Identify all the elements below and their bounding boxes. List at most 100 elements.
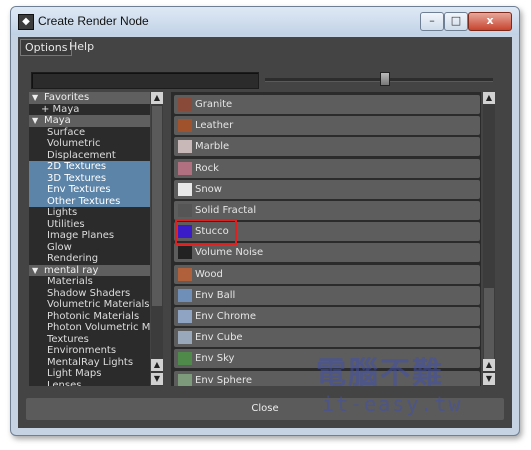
texture-swatch-icon	[178, 98, 192, 111]
arrow-up-icon[interactable]: ▲	[151, 92, 163, 104]
tree-item[interactable]: Other Textures	[29, 195, 150, 207]
tree-item[interactable]: Lights	[29, 207, 150, 219]
tree-item[interactable]: Glow	[29, 242, 150, 254]
tree-item[interactable]: Lenses	[29, 380, 150, 387]
tree-item-label: + Maya	[41, 103, 80, 115]
tree-item-label: Textures	[47, 333, 89, 345]
tree-item[interactable]: Utilities	[29, 219, 150, 231]
node-button-label: Env Ball	[195, 289, 236, 301]
stucco-highlight-box	[175, 219, 237, 245]
node-button[interactable]: Solid Fractal	[174, 201, 480, 220]
tree-item[interactable]: Rendering	[29, 253, 150, 265]
node-button[interactable]: Granite	[174, 95, 480, 114]
node-button[interactable]: Volume Noise	[174, 243, 480, 263]
node-button-label: Marble	[195, 141, 230, 153]
tree-item[interactable]: 3D Textures	[29, 172, 150, 184]
maya-icon: ◆	[18, 14, 34, 30]
texture-swatch-icon	[178, 204, 192, 217]
window-title: Create Render Node	[38, 14, 149, 28]
tree-item-label: Lights	[47, 207, 78, 218]
node-button-label: Env Sky	[195, 353, 235, 365]
tree-scrollbar[interactable]: ▲ ▲ ▼	[151, 92, 163, 386]
window-close-button[interactable]: x	[468, 12, 512, 31]
tree-item[interactable]: MentalRay Lights	[29, 357, 150, 369]
node-button[interactable]: Wood	[174, 264, 480, 284]
tree-item[interactable]: + Maya	[29, 104, 150, 116]
tree-item[interactable]: Materials	[29, 276, 150, 288]
tree-item-label: Env Textures	[47, 184, 111, 195]
node-list-scrollbar[interactable]: ▲ ▲ ▼	[483, 92, 495, 386]
maximize-button[interactable]: □	[444, 12, 468, 31]
icon-size-slider-handle[interactable]	[380, 72, 390, 86]
texture-swatch-icon	[178, 352, 192, 366]
texture-swatch-icon	[178, 331, 192, 345]
arrow-up-icon[interactable]: ▲	[483, 92, 495, 104]
tree-item-label: MentalRay Lights	[47, 356, 134, 368]
tree-item-label: 3D Textures	[47, 172, 107, 184]
tree-item[interactable]: Displacement	[29, 150, 150, 162]
node-button[interactable]: Env Ball	[174, 285, 480, 305]
icon-size-slider-track[interactable]	[265, 78, 493, 82]
tree-item[interactable]: Volumetric Materials	[29, 299, 150, 311]
tree-item-label: Light Maps	[47, 368, 102, 379]
tree-item[interactable]: 2D Textures	[29, 161, 150, 173]
node-button[interactable]: Env Cube	[174, 328, 480, 348]
arrow-down-icon[interactable]: ▼	[483, 373, 495, 385]
tree-item-label: Favorites	[44, 92, 90, 103]
tree-item[interactable]: Photon Volumetric Ma...	[29, 322, 150, 334]
watermark-url: it-easy.tw	[322, 392, 463, 416]
tree-category-header[interactable]: ▼ Favorites	[29, 92, 150, 104]
arrow-down-icon[interactable]: ▼	[151, 373, 163, 385]
tree-item-label: Surface	[47, 126, 86, 138]
node-button[interactable]: Leather	[174, 116, 480, 136]
tree-item-label: Environments	[47, 345, 117, 356]
node-button[interactable]: Rock	[174, 158, 480, 178]
menu-bar: Options Help	[18, 37, 512, 57]
category-tree: ▼ Favorites + Maya ▼ Maya Surface Volumetric Di…	[29, 92, 150, 386]
texture-swatch-icon	[178, 373, 192, 386]
tree-item-label: Volumetric Materials	[47, 299, 150, 310]
texture-swatch-icon	[178, 140, 192, 154]
tree-item-label: Rendering	[47, 253, 99, 264]
expand-triangle-icon[interactable]: ▼	[32, 115, 44, 127]
node-button[interactable]: Marble	[174, 137, 480, 157]
tree-item-label: 2D Textures	[47, 161, 107, 172]
node-button[interactable]: Env Chrome	[174, 307, 480, 326]
arrow-up-icon[interactable]: ▲	[151, 359, 163, 371]
node-scroll-thumb[interactable]	[484, 288, 494, 360]
tree-item[interactable]: Textures	[29, 334, 150, 346]
node-button-label: Solid Fractal	[195, 205, 257, 216]
texture-swatch-icon	[178, 246, 192, 260]
tree-item[interactable]: Image Planes	[29, 230, 150, 242]
tree-item[interactable]: Light Maps	[29, 368, 150, 380]
texture-swatch-icon	[178, 182, 192, 196]
tree-item-label: mental ray	[44, 264, 99, 276]
tree-item-label: Volumetric	[47, 138, 101, 149]
tree-item[interactable]: Shadow Shaders	[29, 288, 150, 300]
tree-item-label: Photon Volumetric Ma...	[47, 322, 150, 333]
tree-item-label: Other Textures	[47, 195, 121, 207]
tree-item-label: Shadow Shaders	[47, 287, 131, 299]
tree-category-header[interactable]: ▼ mental ray	[29, 264, 150, 277]
node-button-label: Volume Noise	[195, 247, 264, 259]
node-button-label: Snow	[195, 183, 222, 195]
tree-item-label: Materials	[47, 276, 93, 287]
tree-item[interactable]: Photonic Materials	[29, 311, 150, 323]
arrow-up-icon[interactable]: ▲	[483, 359, 495, 371]
texture-swatch-icon	[178, 161, 192, 175]
search-input[interactable]	[31, 72, 259, 89]
node-button-label: Wood	[195, 268, 223, 280]
tree-item[interactable]: Env Textures	[29, 184, 150, 196]
minimize-button[interactable]: –	[420, 12, 444, 31]
expand-triangle-icon[interactable]: ▼	[32, 92, 44, 104]
tree-category-header[interactable]: ▼ Maya	[29, 115, 150, 127]
tree-item[interactable]: Surface	[29, 127, 150, 139]
tree-item[interactable]: Environments	[29, 345, 150, 357]
node-button[interactable]: Snow	[174, 179, 480, 199]
expand-triangle-icon[interactable]: ▼	[32, 265, 44, 277]
menu-help[interactable]: Help	[65, 39, 98, 54]
node-button-label: Env Sphere	[195, 374, 252, 386]
node-button-label: Rock	[195, 162, 219, 174]
tree-scroll-thumb[interactable]	[152, 106, 162, 306]
tree-item[interactable]: Volumetric	[29, 138, 150, 150]
